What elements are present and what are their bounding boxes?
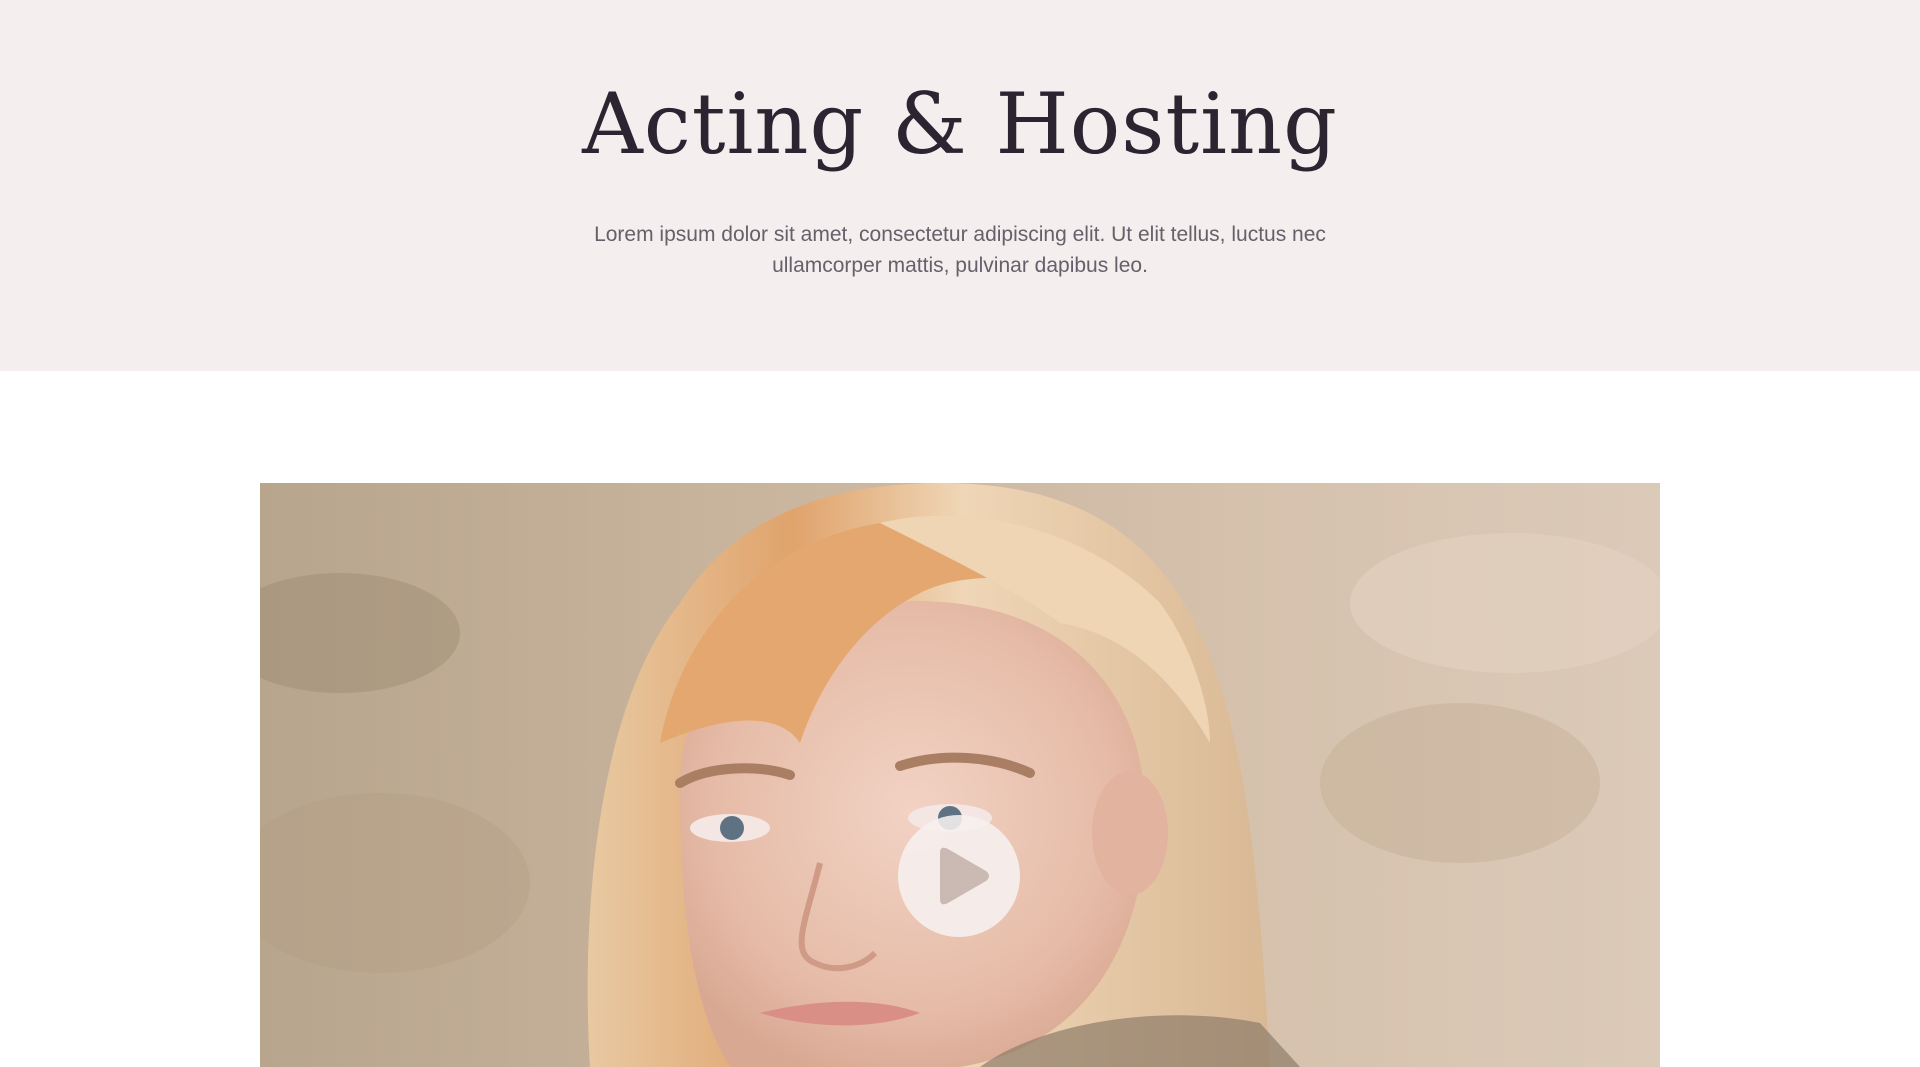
- page-title: Acting & Hosting: [582, 75, 1338, 173]
- hero-subtitle: Lorem ipsum dolor sit amet, consectetur …: [594, 223, 1326, 277]
- play-icon: [940, 847, 989, 905]
- hero-section: Acting & Hosting Lorem ipsum dolor sit a…: [0, 0, 1920, 371]
- video-player[interactable]: [260, 483, 1660, 1067]
- play-button[interactable]: [898, 815, 1020, 937]
- video-thumbnail: [260, 483, 1660, 1067]
